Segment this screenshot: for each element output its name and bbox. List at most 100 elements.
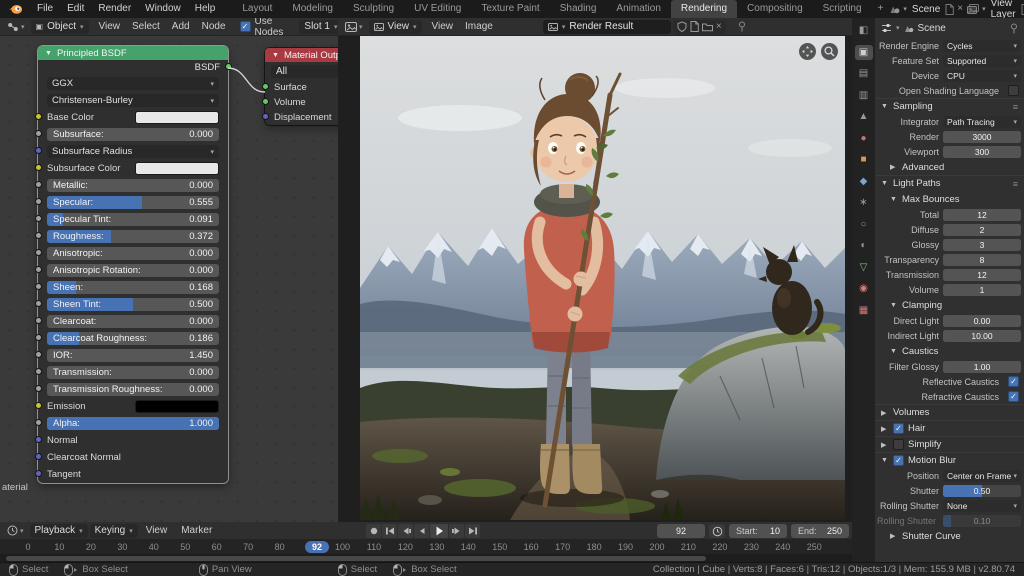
frame-end-field[interactable]: End:250 <box>791 524 849 538</box>
scrollbar-handle[interactable] <box>6 556 706 561</box>
new-image-icon[interactable] <box>690 21 699 32</box>
render-engine-dropdown[interactable]: Cycles▾ <box>943 40 1021 52</box>
glossy-field[interactable]: 3 <box>943 239 1021 251</box>
timeline-ruler[interactable]: 92 0102030405060708010011012013014015016… <box>0 540 852 554</box>
pan-view-button[interactable] <box>799 43 816 60</box>
workspace-tab-modeling[interactable]: Modeling <box>282 0 343 18</box>
scene-properties-tab[interactable]: ▲ <box>855 109 873 124</box>
roughness-slider[interactable]: Roughness:0.372 <box>47 230 219 243</box>
sheen-slider[interactable]: Sheen:0.168 <box>47 281 219 294</box>
node-canvas[interactable]: aterial ▼ Principled BSDF BSDF GGX▾Chris… <box>0 36 338 522</box>
jump-start-button[interactable] <box>382 524 397 538</box>
workspace-tab-animation[interactable]: Animation <box>606 0 670 18</box>
anisotropic-input-socket[interactable] <box>35 249 42 256</box>
christensen-burley-dropdown[interactable]: Christensen-Burley▾ <box>47 94 219 107</box>
tool-properties-tab[interactable]: ◧ <box>855 23 873 38</box>
sheen-tint-slider[interactable]: Sheen Tint:0.500 <box>47 298 219 311</box>
transmission-input-socket[interactable] <box>35 368 42 375</box>
workspace-tab-sculpting[interactable]: Sculpting <box>343 0 404 18</box>
alpha-slider[interactable]: Alpha:1.000 <box>47 417 219 430</box>
shutter-slider[interactable]: 0.50 <box>943 485 1021 497</box>
scene-selector[interactable]: ▾ Scene × <box>889 4 963 15</box>
base-color-swatch[interactable] <box>135 111 219 124</box>
subsurface-radius-input-socket[interactable] <box>35 147 42 154</box>
transmission-roughness-slider[interactable]: Transmission Roughness:0.000 <box>47 383 219 396</box>
principled-bsdf-node[interactable]: ▼ Principled BSDF BSDF GGX▾Christensen-B… <box>38 46 228 483</box>
alpha-input-socket[interactable] <box>35 419 42 426</box>
panel-header-caustics[interactable]: ▼Caustics <box>875 343 1024 359</box>
panel-header-hair[interactable]: ▶✓Hair <box>875 420 1024 436</box>
new-view-layer-icon[interactable] <box>1021 4 1024 15</box>
emission-swatch[interactable] <box>135 400 219 413</box>
shader-menu-select[interactable]: Select <box>126 21 166 32</box>
add-workspace-button[interactable]: + <box>872 0 890 18</box>
tangent-input-socket[interactable] <box>35 470 42 477</box>
current-frame-field[interactable]: 92 <box>657 524 705 538</box>
subsurface-slider[interactable]: Subsurface:0.000 <box>47 128 219 141</box>
position-dropdown[interactable]: Center on Frame▾ <box>943 470 1021 482</box>
physics-properties-tab[interactable]: ○ <box>855 217 873 232</box>
timeline-menu-marker[interactable]: Marker <box>175 525 218 536</box>
editor-type-button[interactable]: ▾ <box>343 22 365 32</box>
use-nodes-checkbox[interactable]: ✓ <box>240 21 251 32</box>
base-color-input-socket[interactable] <box>35 113 42 120</box>
integrator-dropdown[interactable]: Path Tracing▾ <box>943 116 1021 128</box>
panel-header-simplify[interactable]: ▶Simplify <box>875 436 1024 452</box>
direct-light-field[interactable]: 0.00 <box>943 315 1021 327</box>
workspace-tab-rendering[interactable]: Rendering <box>671 0 737 18</box>
image-menu-image[interactable]: Image <box>459 21 499 32</box>
collapse-node-icon[interactable]: ▼ <box>272 52 279 59</box>
checkbox-reflective-caustics[interactable]: ✓ <box>1008 376 1019 387</box>
view-layer-selector[interactable]: ▾ View Layer × <box>967 0 1024 20</box>
output-properties-tab[interactable]: ▤ <box>855 66 873 81</box>
panel-header-motion-blur[interactable]: ▼✓Motion Blur <box>875 452 1024 468</box>
panel-header-sampling[interactable]: ▼Sampling≡ <box>875 98 1024 114</box>
display-mode-select[interactable]: View ▾ <box>369 20 422 34</box>
zoom-button[interactable] <box>821 43 838 60</box>
panel-header-advanced[interactable]: ▶Advanced <box>875 159 1024 175</box>
bsdf-node-header[interactable]: ▼ Principled BSDF <box>38 46 228 60</box>
clearcoat-input-socket[interactable] <box>35 317 42 324</box>
texture-properties-tab[interactable]: ▦ <box>855 303 873 318</box>
panel-header-max-bounces[interactable]: ▼Max Bounces <box>875 191 1024 207</box>
anisotropic-rotation-slider[interactable]: Anisotropic Rotation:0.000 <box>47 264 219 277</box>
pin-icon[interactable] <box>738 21 746 32</box>
panel-header-volumes[interactable]: ▶Volumes <box>875 404 1024 420</box>
image-datablock-field[interactable]: ▾ Render Result <box>543 20 671 34</box>
checkbox-open-shading-language[interactable] <box>1008 85 1019 96</box>
editor-type-button[interactable]: ▾ <box>5 525 26 536</box>
modifiers-properties-tab[interactable]: ◆ <box>855 174 873 189</box>
workspace-tab-scripting[interactable]: Scripting <box>813 0 872 18</box>
view-layer-name[interactable]: View Layer <box>991 0 1016 20</box>
rolling-shutter-dur-slider[interactable]: 0.10 <box>943 515 1021 527</box>
ior-slider[interactable]: IOR:1.450 <box>47 349 219 362</box>
properties-editor-icon[interactable] <box>881 23 892 33</box>
menu-file[interactable]: File <box>30 0 60 18</box>
volume-input-socket[interactable] <box>262 98 269 105</box>
blender-logo[interactable] <box>8 3 23 15</box>
feature-set-dropdown[interactable]: Supported▾ <box>943 55 1021 67</box>
workspace-tab-uv-editing[interactable]: UV Editing <box>404 0 471 18</box>
specular-input-socket[interactable] <box>35 198 42 205</box>
total-field[interactable]: 12 <box>943 209 1021 221</box>
material-output-node[interactable]: ▼ Material Output All SurfaceVolumeDispl… <box>265 48 338 125</box>
use-nodes-toggle[interactable]: ✓ Use Nodes <box>240 18 284 38</box>
constraints-properties-tab[interactable]: ◐ <box>855 238 873 253</box>
transmission-slider[interactable]: Transmission:0.000 <box>47 366 219 379</box>
checkbox-motion-blur[interactable]: ✓ <box>893 455 904 466</box>
transparency-field[interactable]: 8 <box>943 254 1021 266</box>
world-properties-tab[interactable]: ● <box>855 131 873 146</box>
shader-type-select[interactable]: ▣ Object ▾ <box>31 20 89 34</box>
subsurface-input-socket[interactable] <box>35 130 42 137</box>
sheen-input-socket[interactable] <box>35 283 42 290</box>
metallic-input-socket[interactable] <box>35 181 42 188</box>
view-layer-properties-tab[interactable]: ▥ <box>855 88 873 103</box>
workspace-tab-shading[interactable]: Shading <box>550 0 607 18</box>
checkbox-simplify[interactable] <box>893 439 904 450</box>
subsurface-color-swatch[interactable] <box>135 162 219 175</box>
shader-menu-view[interactable]: View <box>93 21 127 32</box>
metallic-slider[interactable]: Metallic:0.000 <box>47 179 219 192</box>
panel-header-shutter-curve[interactable]: ▶Shutter Curve <box>875 528 1024 544</box>
checkbox-hair[interactable]: ✓ <box>893 423 904 434</box>
open-folder-icon[interactable] <box>702 22 713 32</box>
